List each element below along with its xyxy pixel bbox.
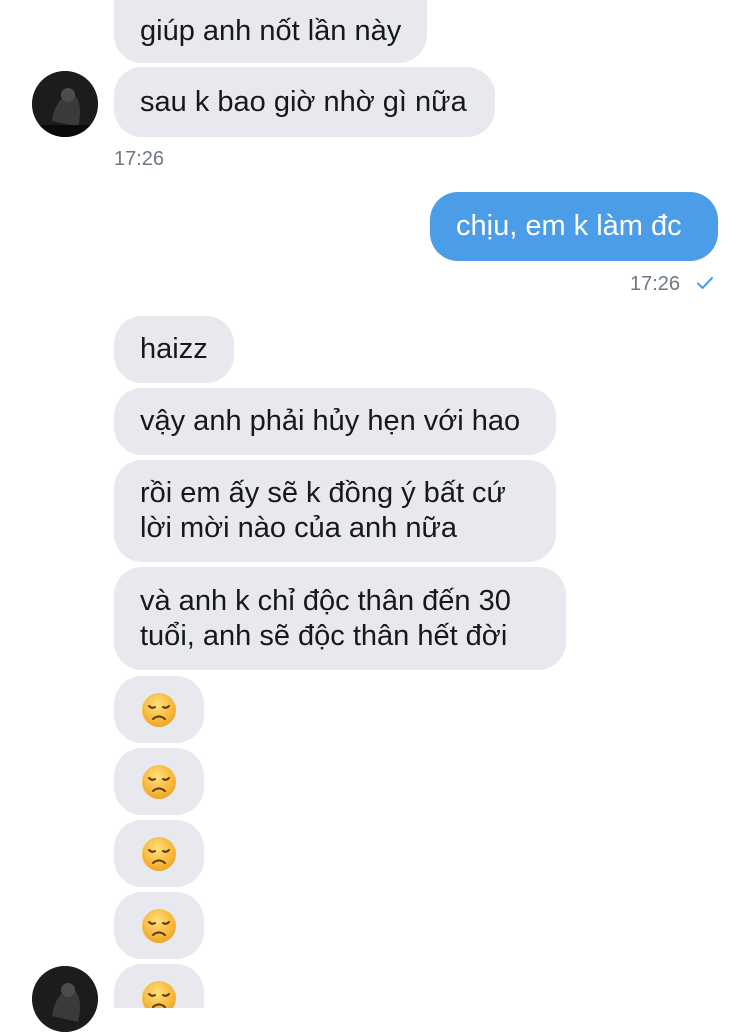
disappointed-face-icon xyxy=(142,764,176,799)
disappointed-face-icon xyxy=(142,692,176,727)
emoji-bubble[interactable] xyxy=(114,676,204,743)
message-text: và anh k chỉ độc thân đến 30 tuổi, anh s… xyxy=(140,584,511,652)
read-check-icon xyxy=(697,277,713,289)
message-text: chịu, em k làm đc xyxy=(456,210,682,242)
message-text: vậy anh phải hủy hẹn với hao xyxy=(140,405,521,437)
message-bubble-incoming[interactable]: giúp anh nốt lần này xyxy=(114,0,428,63)
disappointed-face-icon xyxy=(142,981,176,1008)
disappointed-face-icon xyxy=(142,908,176,943)
emoji-bubble[interactable] xyxy=(114,892,204,959)
message-bubble-incoming[interactable]: và anh k chỉ độc thân đến 30 tuổi, anh s… xyxy=(114,567,566,670)
message-text: haizz xyxy=(140,333,208,365)
message-timestamp: 17:26 xyxy=(630,273,681,295)
emoji-bubble[interactable] xyxy=(114,748,204,815)
message-bubble-incoming[interactable]: sau k bao giờ nhờ gì nữa xyxy=(114,67,495,137)
message-timestamp: 17:26 xyxy=(114,148,165,170)
contact-avatar[interactable] xyxy=(32,71,98,137)
avatar-photo xyxy=(32,71,98,137)
contact-avatar[interactable] xyxy=(32,966,98,1032)
message-bubble-incoming[interactable]: vậy anh phải hủy hẹn với hao xyxy=(114,388,556,455)
message-text: rồi em ấy sẽ k đồng ý bất cứ lời mời nào… xyxy=(140,477,506,544)
emoji-bubble[interactable] xyxy=(114,820,204,887)
emoji-bubble[interactable] xyxy=(114,964,204,1008)
message-bubble-outgoing[interactable]: chịu, em k làm đc xyxy=(430,192,718,261)
avatar-photo xyxy=(32,966,98,1032)
chat-thread[interactable]: giúp anh nốt lần này sau k bao giờ nhờ g… xyxy=(0,0,750,1032)
message-text: sau k bao giờ nhờ gì nữa xyxy=(140,85,467,118)
message-bubble-incoming[interactable]: rồi em ấy sẽ k đồng ý bất cứ lời mời nào… xyxy=(114,460,556,562)
message-bubble-incoming[interactable]: haizz xyxy=(114,316,234,383)
message-text: giúp anh nốt lần này xyxy=(140,15,402,47)
disappointed-face-icon xyxy=(142,836,176,871)
